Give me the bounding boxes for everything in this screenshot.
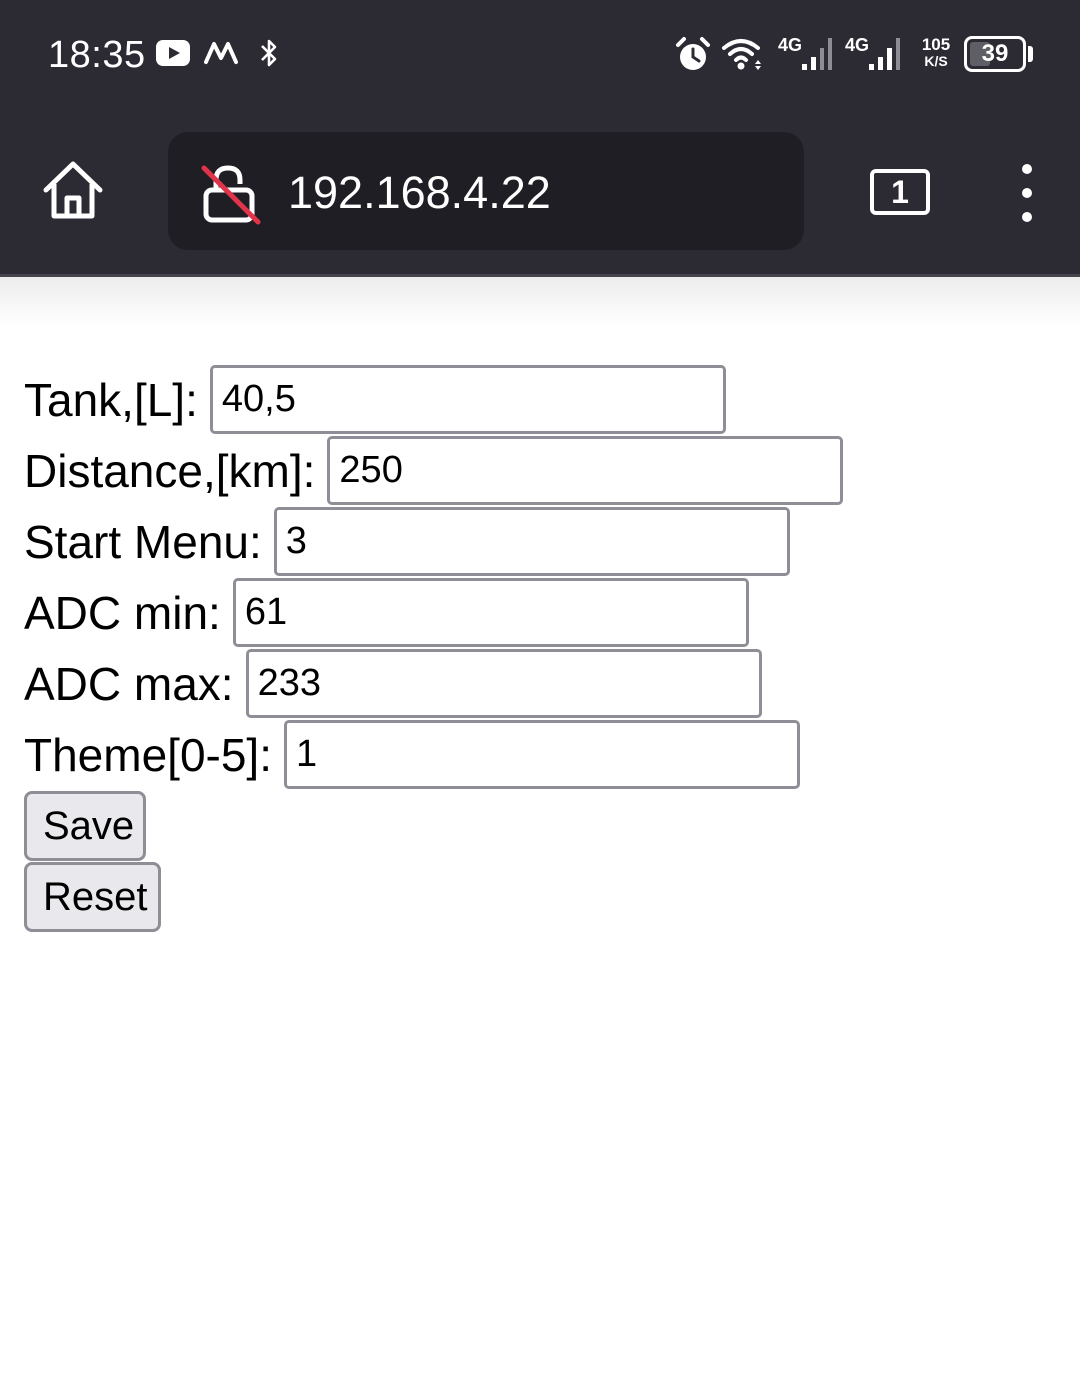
menu-dot xyxy=(1022,212,1032,222)
speed-unit: K/S xyxy=(924,53,948,69)
start-menu-row: Start Menu: xyxy=(24,506,843,577)
adc-min-input[interactable] xyxy=(232,578,749,647)
theme-row: Theme[0-5]: xyxy=(24,719,843,790)
battery-tip xyxy=(1028,46,1033,62)
tank-row: Tank,[L]: xyxy=(24,364,843,435)
menu-button[interactable] xyxy=(1014,162,1042,224)
bluetooth-icon xyxy=(258,36,280,75)
status-time: 18:35 xyxy=(48,34,146,76)
wifi-icon xyxy=(722,36,764,77)
svg-text:4G: 4G xyxy=(778,35,802,55)
menu-dot xyxy=(1022,164,1032,174)
distance-row: Distance,[km]: xyxy=(24,435,844,506)
svg-text:4G: 4G xyxy=(845,35,869,55)
adc-min-label: ADC min: xyxy=(24,586,221,639)
battery-level: 39 xyxy=(981,40,1009,67)
home-icon xyxy=(43,161,103,219)
home-button[interactable] xyxy=(40,158,106,224)
distance-input[interactable] xyxy=(327,436,844,505)
tank-input[interactable] xyxy=(209,365,726,434)
adc-max-input[interactable] xyxy=(245,649,762,718)
theme-label: Theme[0-5]: xyxy=(24,728,272,781)
battery-icon: 39 xyxy=(964,36,1026,72)
status-bar: 18:35 4G 4G 105 K/S 39 xyxy=(0,0,1080,110)
youtube-icon xyxy=(156,40,190,66)
speed-value: 105 xyxy=(921,35,951,54)
adc-min-row: ADC min: xyxy=(24,577,843,648)
start-menu-label: Start Menu: xyxy=(24,515,262,568)
reset-button[interactable]: Reset xyxy=(24,862,161,932)
m-icon xyxy=(204,40,238,71)
toolbar-shadow xyxy=(0,277,1080,325)
distance-label: Distance,[km]: xyxy=(24,444,316,497)
signal-icon: 4G xyxy=(778,34,838,79)
menu-dot xyxy=(1022,188,1032,198)
insecure-lock-icon[interactable] xyxy=(200,164,264,231)
theme-input[interactable] xyxy=(284,720,800,789)
adc-max-label: ADC max: xyxy=(24,657,234,710)
tank-label: Tank,[L]: xyxy=(24,373,198,426)
start-menu-input[interactable] xyxy=(273,507,790,576)
save-button[interactable]: Save xyxy=(24,791,146,861)
network-speed: 105 K/S xyxy=(918,36,954,70)
url-text[interactable]: 192.168.4.22 xyxy=(288,167,551,219)
settings-form: Tank,[L]: Distance,[km]: Start Menu: ADC… xyxy=(24,364,844,933)
alarm-icon xyxy=(674,36,712,79)
signal-icon: 4G xyxy=(845,34,905,79)
tabs-button[interactable]: 1 xyxy=(870,169,930,215)
adc-max-row: ADC max: xyxy=(24,648,843,719)
